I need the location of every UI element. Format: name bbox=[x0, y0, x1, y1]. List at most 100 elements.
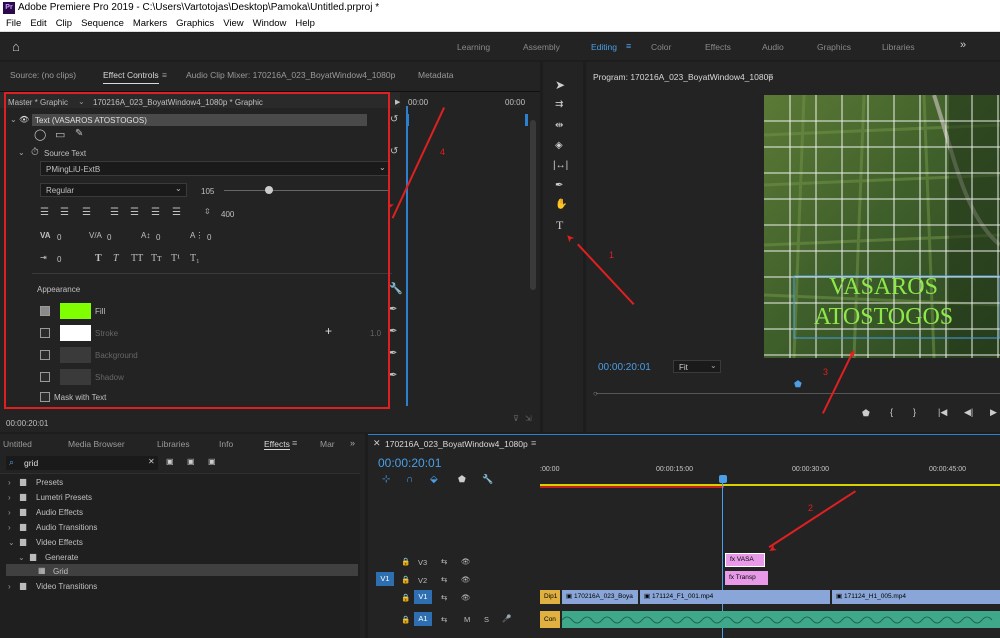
clip-v2-transparent[interactable]: fx Transp bbox=[725, 571, 768, 585]
linked-selection-icon[interactable]: ⬙ bbox=[430, 474, 438, 485]
clear-search-icon[interactable]: ✕ bbox=[148, 457, 155, 466]
eye-icon[interactable]: 👁 bbox=[461, 557, 471, 566]
add-marker-icon[interactable]: ⬟ bbox=[458, 474, 466, 485]
reset-icon[interactable]: ↺ bbox=[390, 146, 398, 157]
lock-icon[interactable]: 🔒 bbox=[401, 593, 410, 602]
nest-toggle-icon[interactable]: ⊹ bbox=[382, 474, 390, 485]
menu-graphics[interactable]: Graphics bbox=[176, 18, 214, 29]
ec-scrollbar[interactable] bbox=[530, 120, 536, 290]
effects-item-grid[interactable]: Grid bbox=[53, 567, 68, 576]
track-target-v1[interactable]: V1 bbox=[414, 590, 432, 604]
play-icon[interactable]: ▶ bbox=[990, 407, 997, 418]
expand-arrow-icon[interactable]: › bbox=[8, 478, 11, 487]
tab-audio-clip-mixer[interactable]: Audio Clip Mixer: 170216A_023_BoyatWindo… bbox=[186, 70, 395, 80]
eyedropper-icon[interactable]: ✒ bbox=[389, 348, 397, 359]
accelerated-effects-icon[interactable]: ▣ bbox=[166, 457, 174, 466]
timeline-playhead-handle[interactable] bbox=[719, 475, 727, 483]
eyedropper-icon[interactable]: ✒ bbox=[389, 370, 397, 381]
lock-icon[interactable]: 🔒 bbox=[401, 575, 410, 584]
menu-help[interactable]: Help bbox=[295, 18, 315, 29]
expand-arrow-icon[interactable]: › bbox=[8, 508, 11, 517]
step-back-icon[interactable]: ◀| bbox=[964, 407, 973, 418]
solo-button[interactable]: S bbox=[484, 615, 489, 624]
mark-in-icon[interactable]: { bbox=[890, 407, 893, 417]
tab-effect-controls[interactable]: Effect Controls bbox=[103, 70, 159, 84]
microphone-icon[interactable]: 🎤 bbox=[502, 614, 511, 623]
menu-edit[interactable]: Edit bbox=[30, 18, 46, 29]
lock-icon[interactable]: 🔒 bbox=[401, 615, 410, 624]
go-to-in-icon[interactable]: |◀ bbox=[938, 407, 947, 418]
wrench-icon[interactable]: 🔧 bbox=[482, 474, 493, 485]
export-icon[interactable]: ⇲ bbox=[525, 414, 532, 423]
program-video-frame[interactable]: VASAROS ATOSTOGOS bbox=[764, 95, 1000, 358]
mark-out-icon[interactable]: } bbox=[913, 407, 916, 417]
tab-source[interactable]: Source: (no clips) bbox=[10, 70, 76, 80]
panel-menu-icon[interactable]: ≡ bbox=[531, 438, 536, 448]
add-marker-icon[interactable]: ⬟ bbox=[862, 408, 870, 419]
tab-markers[interactable]: Mar bbox=[320, 439, 335, 449]
tab-media-browser[interactable]: Media Browser bbox=[68, 439, 125, 449]
panel-menu-icon[interactable]: ≡ bbox=[162, 70, 167, 80]
playhead-icon[interactable]: ⬟ bbox=[794, 379, 802, 390]
workspace-audio[interactable]: Audio bbox=[762, 42, 784, 52]
ripple-edit-tool-icon[interactable]: ⇹ bbox=[555, 120, 563, 131]
workspace-editing[interactable]: Editing bbox=[591, 42, 617, 52]
workspace-assembly[interactable]: Assembly bbox=[523, 42, 560, 52]
track-name-v3[interactable]: V3 bbox=[418, 558, 427, 567]
effects-item-audio-transitions[interactable]: Audio Transitions bbox=[36, 523, 97, 532]
workspace-color[interactable]: Color bbox=[651, 42, 671, 52]
workspace-learning[interactable]: Learning bbox=[457, 42, 490, 52]
timeline-tab[interactable]: 170216A_023_BoyatWindow4_1080p bbox=[385, 439, 528, 449]
home-icon[interactable]: ⌂ bbox=[12, 39, 20, 54]
more-tabs-icon[interactable]: » bbox=[350, 438, 355, 448]
sync-lock-icon[interactable]: ⇆ bbox=[441, 615, 447, 624]
filter-icon[interactable]: ⊽ bbox=[513, 414, 519, 423]
panel-menu-icon[interactable]: ≡ bbox=[292, 438, 297, 448]
ec-timecode[interactable]: 00:00:20:01 bbox=[6, 419, 48, 428]
collapse-arrow-icon[interactable]: ⌄ bbox=[8, 538, 15, 547]
hand-tool-icon[interactable]: ✋ bbox=[555, 199, 567, 210]
clip-v3-vasa[interactable]: fx VASA bbox=[725, 553, 765, 567]
menu-markers[interactable]: Markers bbox=[133, 18, 167, 29]
sync-lock-icon[interactable]: ⇆ bbox=[441, 575, 447, 584]
expand-arrow-icon[interactable]: › bbox=[8, 523, 11, 532]
timeline-timecode[interactable]: 00:00:20:01 bbox=[378, 456, 441, 470]
track-target-a1[interactable]: A1 bbox=[414, 612, 432, 626]
effects-search-input[interactable]: ⌕ grid ✕ bbox=[6, 456, 158, 470]
expand-arrow-icon[interactable]: › bbox=[8, 493, 11, 502]
32bit-effects-icon[interactable]: ▣ bbox=[187, 457, 195, 466]
mute-button[interactable]: M bbox=[464, 615, 470, 624]
effects-item-lumetri-presets[interactable]: Lumetri Presets bbox=[36, 493, 92, 502]
program-scrubber[interactable] bbox=[596, 393, 1000, 394]
workspace-graphics[interactable]: Graphics bbox=[817, 42, 851, 52]
menu-sequence[interactable]: Sequence bbox=[81, 18, 124, 29]
effects-item-video-transitions[interactable]: Video Transitions bbox=[36, 582, 97, 591]
program-timecode[interactable]: 00:00:20:01 bbox=[598, 362, 651, 373]
collapse-arrow-icon[interactable]: ⌄ bbox=[18, 553, 25, 562]
slip-tool-icon[interactable]: |↔| bbox=[553, 160, 568, 171]
effects-item-presets[interactable]: Presets bbox=[36, 478, 63, 487]
selection-tool-icon[interactable]: ➤ bbox=[555, 78, 565, 92]
eye-icon[interactable]: 👁 bbox=[461, 575, 471, 584]
track-select-tool-icon[interactable]: ⇉ bbox=[555, 99, 563, 110]
play-only-icon[interactable]: ▶ bbox=[395, 98, 400, 106]
clip-v1-f1-001[interactable]: ▣ 171124_F1_001.mp4 bbox=[640, 590, 830, 604]
tab-effects[interactable]: Effects bbox=[264, 439, 290, 450]
yuv-effects-icon[interactable]: ▣ bbox=[208, 457, 216, 466]
reset-icon[interactable]: ↺ bbox=[390, 114, 398, 125]
sync-lock-icon[interactable]: ⇆ bbox=[441, 593, 447, 602]
workspace-libraries[interactable]: Libraries bbox=[882, 42, 915, 52]
more-workspaces-icon[interactable]: » bbox=[960, 39, 966, 51]
close-tab-icon[interactable]: ✕ bbox=[373, 438, 381, 449]
effects-item-video-effects[interactable]: Video Effects bbox=[36, 538, 83, 547]
effects-item-generate[interactable]: Generate bbox=[45, 553, 78, 562]
transition-dip[interactable]: Dip1 bbox=[540, 590, 560, 604]
tab-metadata[interactable]: Metadata bbox=[418, 70, 453, 80]
clip-v1-h1-005[interactable]: ▣ 171124_H1_005.mp4 bbox=[832, 590, 1000, 604]
audio-transition-constant[interactable]: Con bbox=[540, 611, 560, 628]
menu-file[interactable]: File bbox=[6, 18, 21, 29]
tab-libraries[interactable]: Libraries bbox=[157, 439, 190, 449]
audio-clip-a1[interactable] bbox=[561, 611, 1000, 628]
eyedropper-icon[interactable]: ✒ bbox=[389, 326, 397, 337]
menu-window[interactable]: Window bbox=[253, 18, 287, 29]
